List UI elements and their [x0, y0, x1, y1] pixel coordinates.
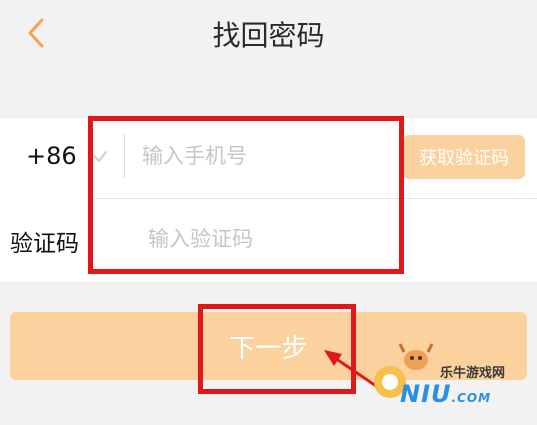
code-label: 验证码 — [10, 231, 79, 257]
page-title: 找回密码 — [212, 19, 325, 52]
watermark-logo: NIU.COM — [400, 380, 491, 408]
top-nav-bar: 找回密码 — [0, 0, 537, 72]
highlight-box-inputs — [88, 116, 404, 274]
watermark-domain: .COM — [451, 391, 492, 405]
country-code[interactable]: +86 — [26, 142, 77, 170]
get-code-button[interactable]: 获取验证码 — [403, 135, 525, 179]
watermark-site-name: 乐牛游戏网 — [440, 366, 506, 381]
watermark-brand: NIU — [400, 380, 452, 408]
